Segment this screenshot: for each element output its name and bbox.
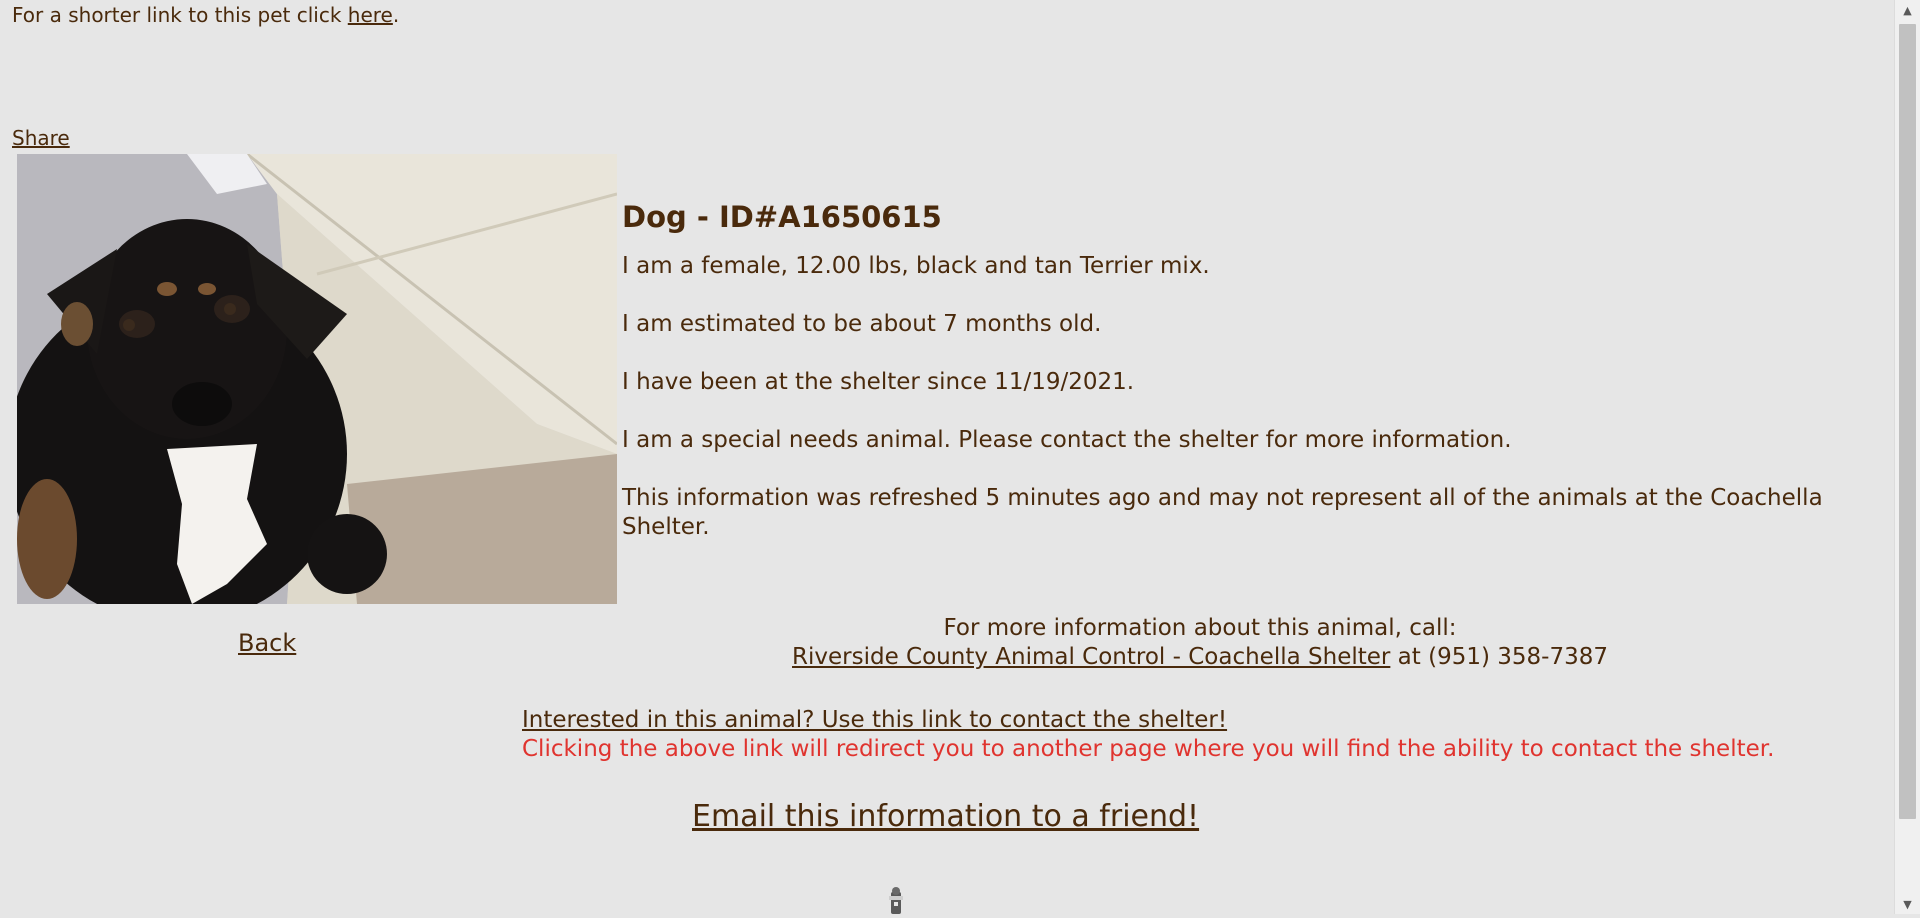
shelter-phone: at (951) 358-7387 xyxy=(1390,644,1608,670)
hydrant-icon xyxy=(886,886,906,914)
shorter-link-line: For a shorter link to this pet click her… xyxy=(12,3,399,27)
scroll-thumb[interactable] xyxy=(1899,24,1916,819)
call-info: For more information about this animal, … xyxy=(620,614,1780,672)
animal-refreshed: This information was refreshed 5 minutes… xyxy=(622,485,1823,540)
back-link[interactable]: Back xyxy=(238,629,296,657)
share-link[interactable]: Share xyxy=(12,126,70,150)
scroll-down-arrow-icon[interactable]: ▼ xyxy=(1895,894,1920,914)
vertical-scrollbar[interactable]: ▲ ▼ xyxy=(1894,0,1920,914)
page: For a shorter link to this pet click her… xyxy=(0,0,1895,914)
pet-photo-image xyxy=(17,154,617,604)
animal-since: I have been at the shelter since 11/19/2… xyxy=(622,369,1135,395)
email-friend-link[interactable]: Email this information to a friend! xyxy=(692,799,1199,835)
shelter-line: Riverside County Animal Control - Coache… xyxy=(620,643,1780,672)
pet-photo xyxy=(17,154,617,604)
shelter-link[interactable]: Riverside County Animal Control - Coache… xyxy=(792,644,1390,670)
redirect-note: Clicking the above link will redirect yo… xyxy=(522,736,1775,762)
contact-section: Interested in this animal? Use this link… xyxy=(522,706,1774,764)
contact-shelter-link[interactable]: Interested in this animal? Use this link… xyxy=(522,707,1227,733)
animal-info: Dog - ID#A1650615 I am a female, 12.00 l… xyxy=(622,199,1852,571)
shorter-link-suffix: . xyxy=(392,3,400,27)
call-prompt: For more information about this animal, … xyxy=(943,615,1457,641)
animal-special-needs: I am a special needs animal. Please cont… xyxy=(622,427,1512,453)
animal-title: Dog - ID#A1650615 xyxy=(622,200,942,234)
animal-description: I am a female, 12.00 lbs, black and tan … xyxy=(622,253,1210,279)
scroll-up-arrow-icon[interactable]: ▲ xyxy=(1895,0,1920,20)
shorter-link-prefix: For a shorter link to this pet click xyxy=(12,3,348,27)
shorter-link[interactable]: here xyxy=(348,3,393,27)
animal-age: I am estimated to be about 7 months old. xyxy=(622,311,1102,337)
